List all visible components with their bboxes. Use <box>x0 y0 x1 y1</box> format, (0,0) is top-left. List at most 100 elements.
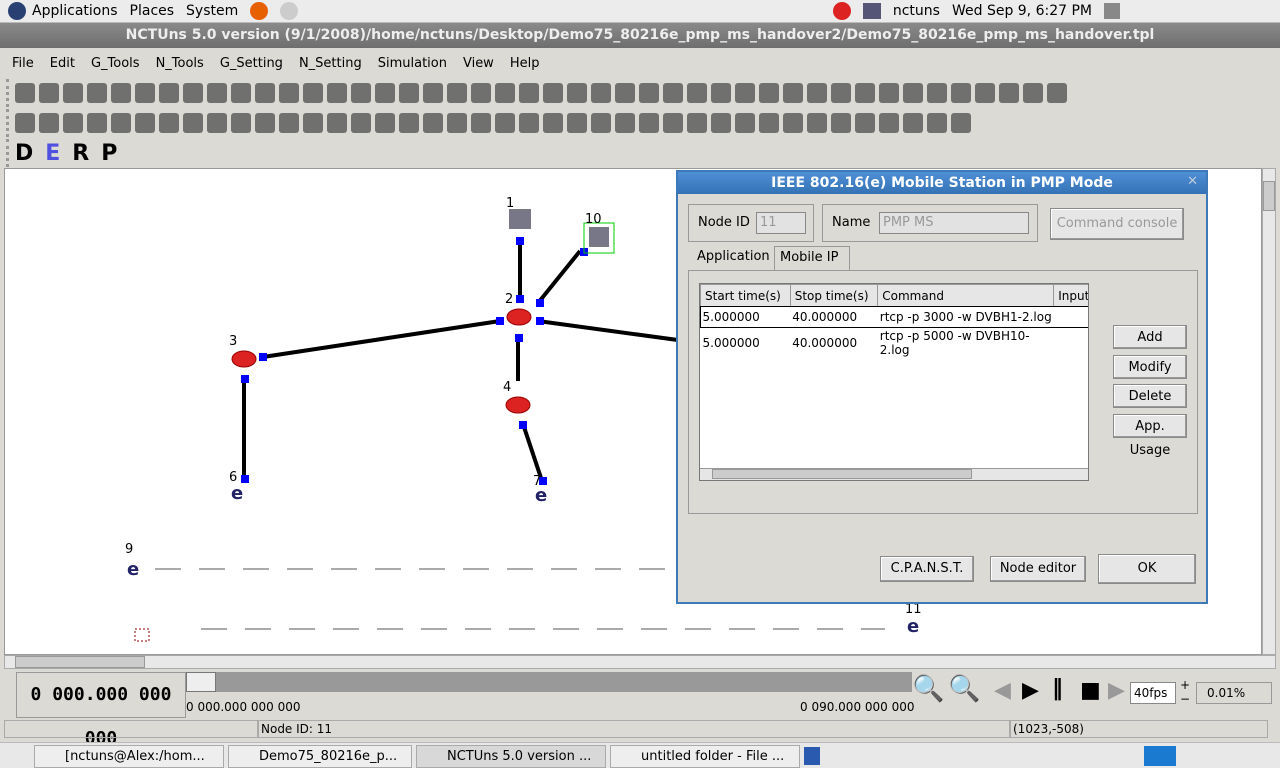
toolbar-tool-icon[interactable] <box>39 83 59 103</box>
toolbar-tool-icon[interactable] <box>327 113 347 133</box>
stop-icon[interactable]: ■ <box>1080 678 1101 703</box>
menu-places[interactable]: Places <box>130 3 175 19</box>
toolbar-tool-icon[interactable] <box>663 83 683 103</box>
toolbar-tool-icon[interactable] <box>759 113 779 133</box>
toolbar-tool-icon[interactable] <box>567 113 587 133</box>
menu-applications[interactable]: Applications <box>32 3 118 19</box>
mode-draw[interactable]: D <box>15 141 33 166</box>
toolbar-tool-icon[interactable] <box>663 113 683 133</box>
toolbar-tool-icon[interactable] <box>543 83 563 103</box>
toolbar-tool-icon[interactable] <box>831 83 851 103</box>
table-row[interactable]: 5.000000 40.000000 rtcp -p 3000 -w DVBH1-2… <box>700 305 1088 328</box>
toolbar-tool-icon[interactable] <box>159 113 179 133</box>
toolbar-tool-icon[interactable] <box>399 113 419 133</box>
toolbar-tool-icon[interactable] <box>495 83 515 103</box>
toolbar-tool-icon[interactable] <box>471 113 491 133</box>
toolbar-tool-icon[interactable] <box>855 113 875 133</box>
toolbar-tool-icon[interactable] <box>543 113 563 133</box>
toolbar-tool-icon[interactable] <box>279 113 299 133</box>
toolbar-tool-icon[interactable] <box>375 113 395 133</box>
toolbar-tool-icon[interactable] <box>951 83 971 103</box>
mode-play[interactable]: P <box>101 141 117 166</box>
toolbar-tool-icon[interactable] <box>183 113 203 133</box>
col-stop[interactable]: Stop time(s) <box>789 284 879 307</box>
toolbar-tool-icon[interactable] <box>519 83 539 103</box>
app-usage-button[interactable]: App. Usage <box>1113 414 1187 458</box>
toolbar-tool-icon[interactable] <box>807 113 827 133</box>
menu-g-setting[interactable]: G_Setting <box>220 56 283 71</box>
toolbar-tool-icon[interactable] <box>39 113 59 133</box>
toolbar-tool-icon[interactable] <box>135 83 155 103</box>
tab-mobile-ip[interactable]: Mobile IP <box>774 246 850 270</box>
workspace-switcher[interactable] <box>1144 746 1176 766</box>
toolbar-tool-icon[interactable] <box>63 113 83 133</box>
task-nctuns[interactable]: NCTUns 5.0 version ... <box>416 745 606 768</box>
toolbar-tool-icon[interactable] <box>207 83 227 103</box>
toolbar-tool-icon[interactable] <box>927 83 947 103</box>
toolbar-tool-icon[interactable] <box>639 113 659 133</box>
clock[interactable]: Wed Sep 9, 6:27 PM <box>952 3 1092 19</box>
toolbar-tool-icon[interactable] <box>351 113 371 133</box>
toolbar-tool-icon[interactable] <box>927 113 947 133</box>
zoom-in-icon[interactable]: 🔍 <box>912 674 944 704</box>
toolbar-tool-icon[interactable] <box>327 83 347 103</box>
add-button[interactable]: Add <box>1113 325 1187 349</box>
cpanst-button[interactable]: C.P.A.N.S.T. <box>880 556 974 582</box>
toolbar-tool-icon[interactable] <box>111 83 131 103</box>
toolbar-tool-icon[interactable] <box>1047 83 1067 103</box>
trash-icon[interactable] <box>804 747 820 765</box>
fps-stepper[interactable]: + − <box>1180 678 1190 706</box>
toolbar-tool-icon[interactable] <box>447 83 467 103</box>
toolbar-tool-icon[interactable] <box>735 83 755 103</box>
toolbar-tool-icon[interactable] <box>759 83 779 103</box>
toolbar-tool-icon[interactable] <box>591 83 611 103</box>
toolbar-tool-icon[interactable] <box>807 83 827 103</box>
toolbar-tool-icon[interactable] <box>879 113 899 133</box>
toolbar-tool-icon[interactable] <box>783 113 803 133</box>
speed-select[interactable]: 0.01% <box>1196 682 1272 704</box>
name-field[interactable]: PMP MS <box>879 212 1029 234</box>
toolbar-tool-icon[interactable] <box>903 83 923 103</box>
application-table[interactable]: Start time(s)Stop time(s)CommandInput fi… <box>699 283 1089 481</box>
toolbar-tool-icon[interactable] <box>87 113 107 133</box>
toolbar-tool-icon[interactable] <box>183 83 203 103</box>
toolbar-tool-icon[interactable] <box>831 113 851 133</box>
toolbar-tool-icon[interactable] <box>423 113 443 133</box>
menu-n-tools[interactable]: N_Tools <box>156 56 204 71</box>
toolbar-tool-icon[interactable] <box>15 113 35 133</box>
toolbar-tool-icon[interactable] <box>375 83 395 103</box>
toolbar-tool-icon[interactable] <box>399 83 419 103</box>
command-console-button[interactable]: Command console <box>1050 208 1184 240</box>
toolbar-tool-icon[interactable] <box>63 83 83 103</box>
node-id-field[interactable]: 11 <box>756 212 806 234</box>
toolbar-tool-icon[interactable] <box>951 113 971 133</box>
menu-system[interactable]: System <box>186 3 238 19</box>
rewind-icon[interactable]: ◀ <box>994 678 1011 703</box>
toolbar-tool-icon[interactable] <box>999 83 1019 103</box>
update-icon[interactable] <box>832 2 851 20</box>
toolbar-tool-icon[interactable] <box>903 113 923 133</box>
col-command[interactable]: Command <box>877 284 1055 307</box>
toolbar-tool-icon[interactable] <box>471 83 491 103</box>
menu-g-tools[interactable]: G_Tools <box>91 56 140 71</box>
toolbar-tool-icon[interactable] <box>231 83 251 103</box>
task-untitled-folder[interactable]: untitled folder - File ... <box>610 745 800 768</box>
toolbar-tool-icon[interactable] <box>159 83 179 103</box>
timeline-slider[interactable] <box>186 672 912 692</box>
toolbar-tool-icon[interactable] <box>711 83 731 103</box>
toolbar-tool-icon[interactable] <box>15 83 35 103</box>
horizontal-scrollbar[interactable] <box>4 655 1276 669</box>
toolbar-tool-icon[interactable] <box>687 83 707 103</box>
network-icon[interactable] <box>862 3 881 19</box>
toolbar-tool-icon[interactable] <box>255 113 275 133</box>
tab-application[interactable]: Application <box>694 246 774 270</box>
mode-run[interactable]: R <box>72 141 89 166</box>
toolbar-tool-icon[interactable] <box>615 113 635 133</box>
menu-help[interactable]: Help <box>510 56 540 71</box>
toolbar-tool-icon[interactable] <box>855 83 875 103</box>
delete-button[interactable]: Delete <box>1113 384 1187 408</box>
timeline-handle[interactable] <box>186 672 216 692</box>
menu-view[interactable]: View <box>463 56 494 71</box>
toolbar-tool-icon[interactable] <box>135 113 155 133</box>
zoom-out-icon[interactable]: 🔍 <box>948 674 980 704</box>
